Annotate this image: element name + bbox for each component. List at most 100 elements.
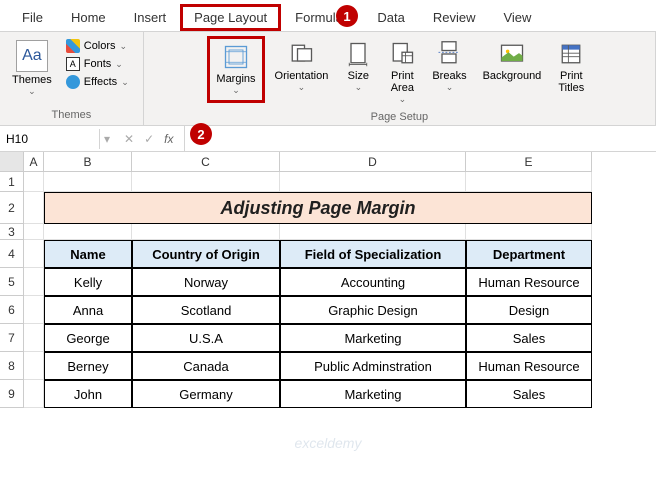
row-header-3[interactable]: 3 [0, 224, 24, 240]
row-header-9[interactable]: 9 [0, 380, 24, 408]
tab-home[interactable]: Home [57, 4, 120, 31]
cell[interactable]: Scotland [132, 296, 280, 324]
size-icon [344, 40, 372, 68]
cell[interactable]: Design [466, 296, 592, 324]
print-titles-button[interactable]: Print Titles [551, 36, 591, 98]
cell[interactable] [466, 172, 592, 192]
tab-review[interactable]: Review [419, 4, 490, 31]
cell[interactable] [24, 352, 44, 380]
ribbon-group-themes: Themes ⌄ Colors⌄ Fonts⌄ Effects⌄ Themes [0, 32, 144, 125]
cell[interactable]: Marketing [280, 324, 466, 352]
cell[interactable] [280, 172, 466, 192]
tab-view[interactable]: View [489, 4, 545, 31]
header-field[interactable]: Field of Specialization [280, 240, 466, 268]
fonts-button[interactable]: Fonts⌄ [62, 56, 133, 72]
row-header-6[interactable]: 6 [0, 296, 24, 324]
col-header-A[interactable]: A [24, 152, 44, 172]
themes-label: Themes [12, 74, 52, 86]
sheet-area: A B C D E 1 2 Adjusting Page Margin 3 [0, 152, 656, 408]
cell[interactable]: Norway [132, 268, 280, 296]
cell[interactable]: Public Adminstration [280, 352, 466, 380]
col-header-D[interactable]: D [280, 152, 466, 172]
cell[interactable] [44, 172, 132, 192]
cell[interactable]: George [44, 324, 132, 352]
cell[interactable] [24, 380, 44, 408]
background-button[interactable]: Background [477, 36, 548, 86]
name-box[interactable]: H10 [0, 129, 100, 149]
callout-2: 2 [190, 123, 212, 145]
tab-data[interactable]: Data [363, 4, 418, 31]
cell[interactable] [24, 268, 44, 296]
orientation-button[interactable]: Orientation ⌄ [269, 36, 335, 97]
col-header-E[interactable]: E [466, 152, 592, 172]
row-header-2[interactable]: 2 [0, 192, 24, 224]
col-header-B[interactable]: B [44, 152, 132, 172]
print-titles-icon [557, 40, 585, 68]
tab-page-layout[interactable]: Page Layout [180, 4, 281, 31]
themes-button[interactable]: Themes ⌄ [8, 36, 56, 101]
colors-icon [66, 39, 80, 53]
cell[interactable]: U.S.A [132, 324, 280, 352]
cell[interactable] [132, 172, 280, 192]
cell[interactable]: Anna [44, 296, 132, 324]
cell[interactable]: Sales [466, 380, 592, 408]
cell[interactable]: Sales [466, 324, 592, 352]
cell[interactable] [24, 324, 44, 352]
margins-button[interactable]: Margins ⌄ [207, 36, 264, 103]
effects-icon [66, 75, 80, 89]
formula-input[interactable] [184, 126, 656, 151]
select-all-corner[interactable] [0, 152, 24, 172]
colors-button[interactable]: Colors⌄ [62, 38, 133, 54]
cell[interactable] [44, 224, 132, 240]
margins-icon [222, 43, 250, 71]
cell[interactable]: Human Resource [466, 268, 592, 296]
cell[interactable] [24, 172, 44, 192]
breaks-button[interactable]: Breaks ⌄ [426, 36, 472, 97]
cell[interactable]: Kelly [44, 268, 132, 296]
col-header-C[interactable]: C [132, 152, 280, 172]
cancel-icon: ✕ [124, 132, 134, 146]
size-button[interactable]: Size ⌄ [338, 36, 378, 97]
title-cell[interactable]: Adjusting Page Margin [44, 192, 592, 224]
effects-button[interactable]: Effects⌄ [62, 74, 133, 90]
name-box-chevron-icon[interactable]: ▾ [100, 132, 114, 146]
print-area-label: Print Area [391, 70, 414, 94]
cell[interactable] [24, 224, 44, 240]
cell[interactable] [24, 192, 44, 224]
fx-icon[interactable]: fx [164, 132, 173, 146]
print-area-button[interactable]: Print Area ⌄ [382, 36, 422, 109]
cell[interactable] [280, 224, 466, 240]
cell[interactable] [24, 296, 44, 324]
cell[interactable]: Berney [44, 352, 132, 380]
cell[interactable] [466, 224, 592, 240]
print-area-icon [388, 40, 416, 68]
chevron-down-icon: ⌄ [446, 82, 454, 93]
row-header-1[interactable]: 1 [0, 172, 24, 192]
tab-file[interactable]: File [8, 4, 57, 31]
cell[interactable]: Germany [132, 380, 280, 408]
group-label-page-setup: Page Setup [371, 109, 429, 123]
tab-insert[interactable]: Insert [120, 4, 181, 31]
row-header-7[interactable]: 7 [0, 324, 24, 352]
row-header-4[interactable]: 4 [0, 240, 24, 268]
header-dept[interactable]: Department [466, 240, 592, 268]
background-icon [498, 40, 526, 68]
header-country[interactable]: Country of Origin [132, 240, 280, 268]
row-header-5[interactable]: 5 [0, 268, 24, 296]
breaks-label: Breaks [432, 70, 466, 82]
header-name[interactable]: Name [44, 240, 132, 268]
cell[interactable]: Graphic Design [280, 296, 466, 324]
callout-1: 1 [336, 5, 358, 27]
chevron-down-icon: ⌄ [355, 82, 363, 93]
row-header-8[interactable]: 8 [0, 352, 24, 380]
cell[interactable] [132, 224, 280, 240]
cell[interactable]: John [44, 380, 132, 408]
cell[interactable]: Canada [132, 352, 280, 380]
tab-bar: File Home Insert Page Layout Formulas Da… [0, 0, 656, 32]
cell[interactable]: Accounting [280, 268, 466, 296]
cell[interactable] [24, 240, 44, 268]
orientation-icon [287, 40, 315, 68]
cell[interactable]: Marketing [280, 380, 466, 408]
cell[interactable]: Human Resource [466, 352, 592, 380]
print-titles-label: Print Titles [558, 70, 584, 94]
